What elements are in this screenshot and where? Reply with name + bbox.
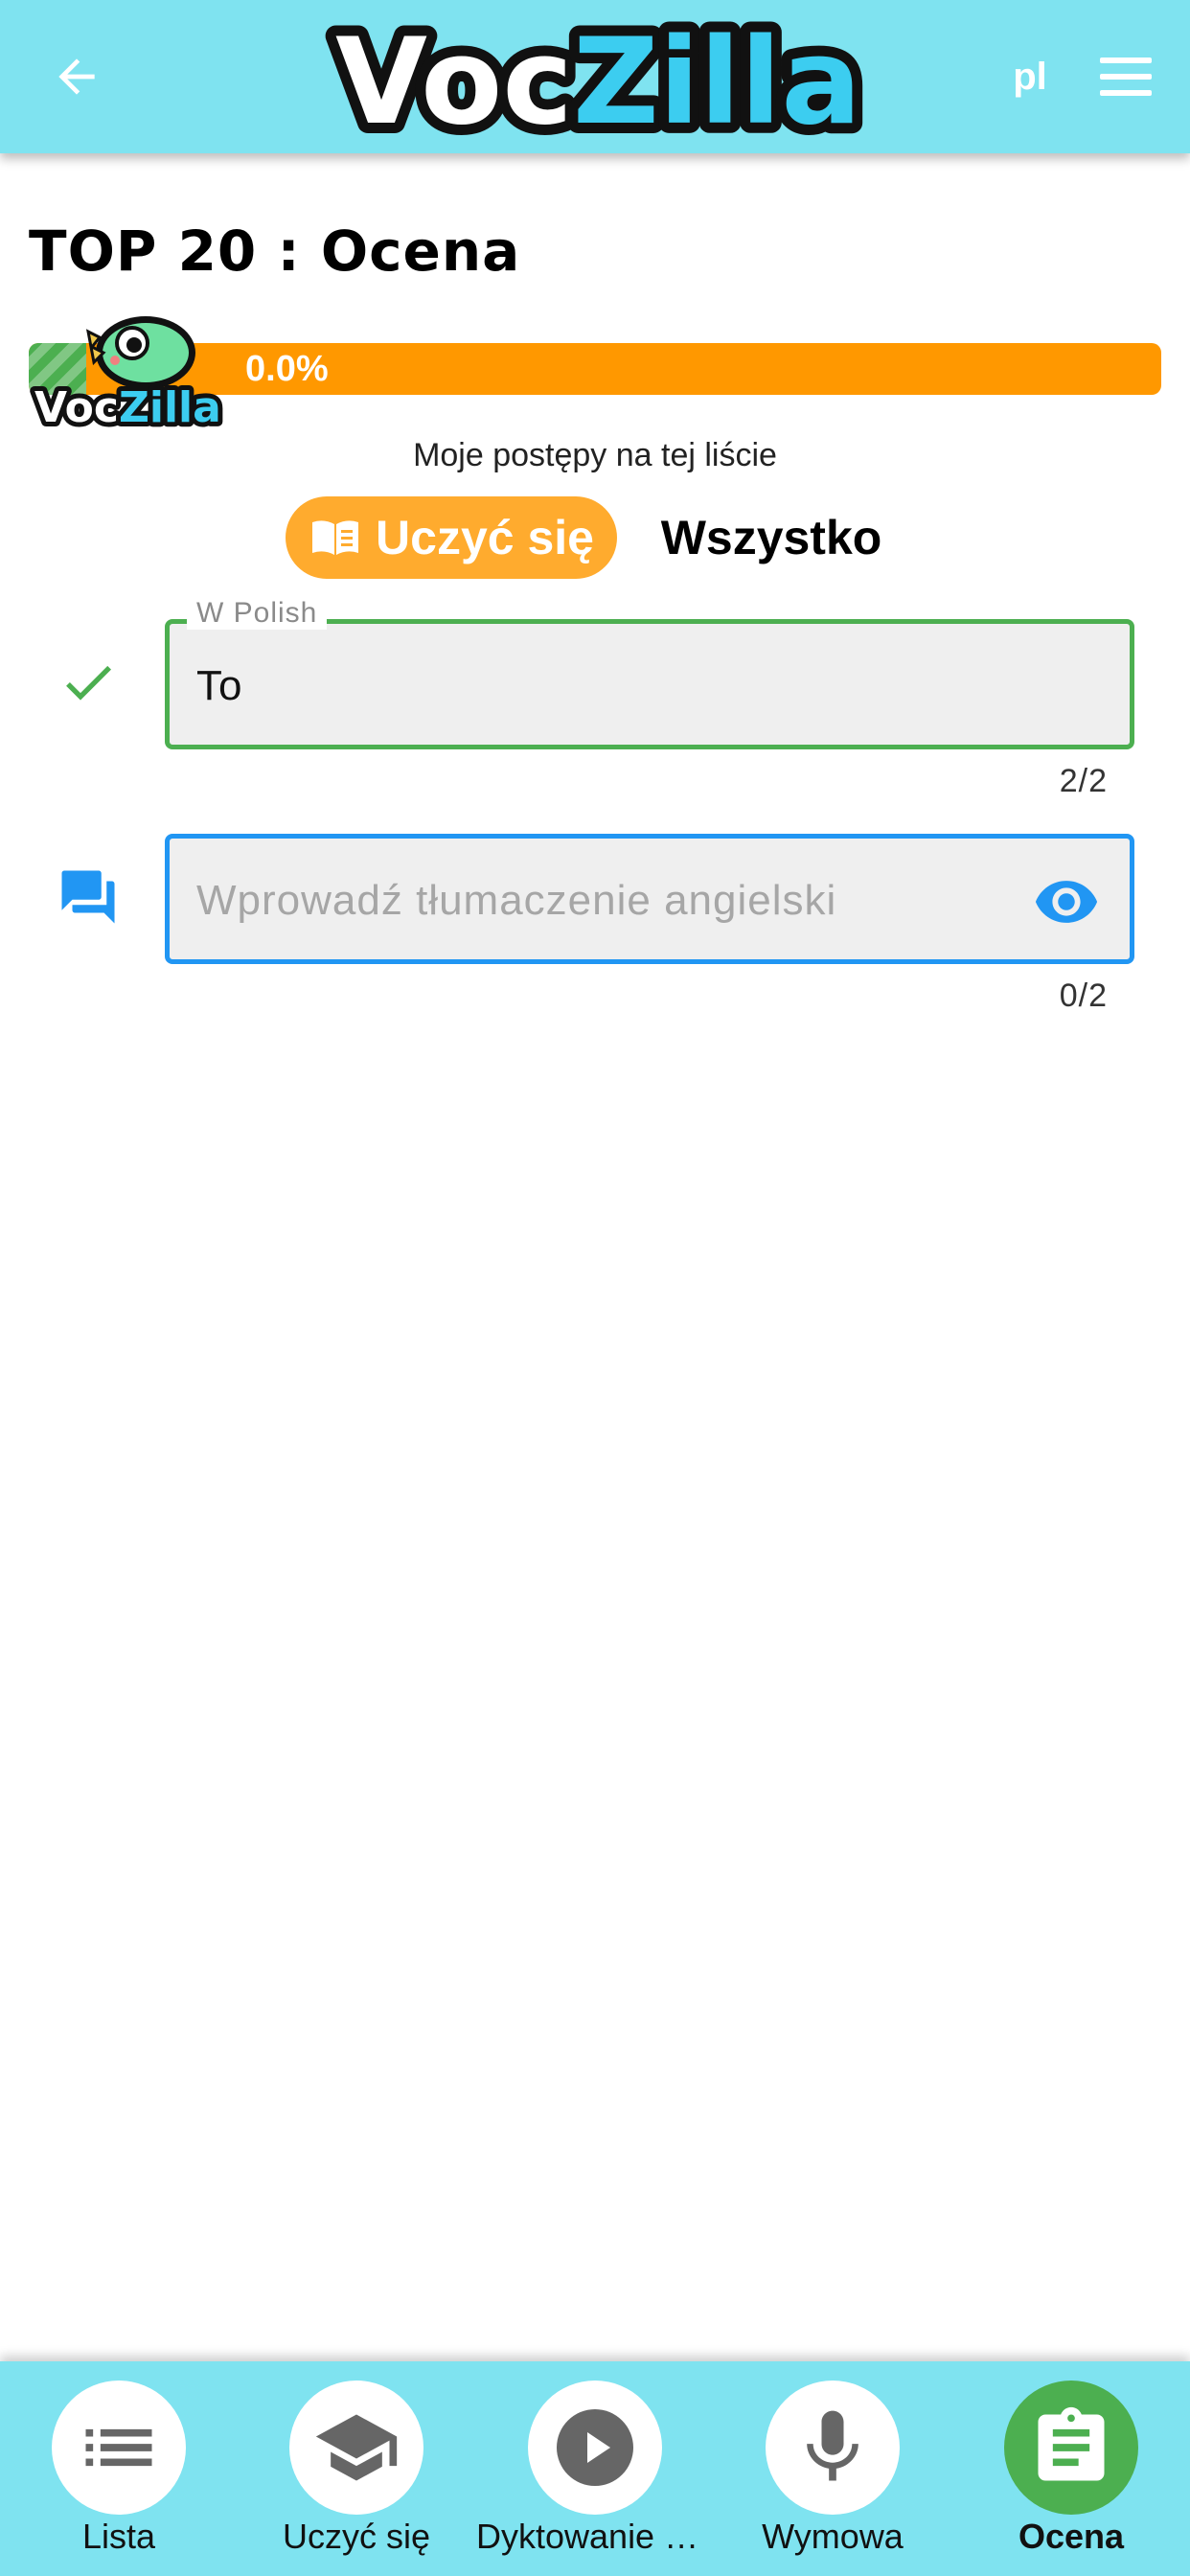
list-icon: [85, 2428, 152, 2467]
polish-word-value: To: [196, 662, 243, 709]
nav-label: Dyktowanie gł…: [476, 2517, 714, 2556]
reveal-answer-button[interactable]: [1028, 863, 1105, 940]
nav-label: Uczyć się: [282, 2517, 431, 2556]
nav-label: Wymowa: [762, 2517, 904, 2556]
dino-mascot-logo: VocZilla VocZilla: [30, 316, 226, 431]
nav-item-lista[interactable]: Lista: [0, 2361, 238, 2576]
nav-icon-circle: [528, 2380, 662, 2515]
eye-icon: [1035, 881, 1098, 923]
translation-counter: 0/2: [1059, 978, 1108, 1014]
play-icon: [557, 2409, 633, 2486]
polish-word-field[interactable]: W Polish To: [165, 597, 1134, 749]
nav-item-learn[interactable]: Uczyć się: [238, 2361, 475, 2576]
bottom-navigation: Lista Uczyć się Dyktowanie gł… Wymowa Oc…: [0, 2361, 1190, 2576]
microphone-icon: [807, 2410, 858, 2481]
progress-percent-label: 0.0%: [245, 349, 329, 389]
translation-placeholder: Wprowadź tłumaczenie angielski: [196, 877, 837, 924]
nav-item-assessment[interactable]: Ocena: [952, 2361, 1190, 2576]
svg-text:VocZilla: VocZilla: [335, 13, 861, 144]
back-button[interactable]: [38, 38, 115, 115]
clipboard-icon: [1038, 2406, 1105, 2481]
hamburger-menu-icon: [1100, 58, 1152, 96]
page-title: TOP 20 : Ocena: [29, 218, 521, 284]
menu-button[interactable]: [1083, 38, 1169, 115]
voczilla-logo: VocZilla VocZilla: [325, 10, 872, 144]
arrow-left-icon: [58, 58, 95, 95]
app-header: VocZilla VocZilla pl: [0, 0, 1190, 153]
all-toggle-button[interactable]: Wszystko: [652, 496, 891, 579]
graduation-cap-icon: [315, 2414, 398, 2481]
learn-toggle-label: Uczyć się: [376, 511, 594, 564]
english-translation-input[interactable]: Wprowadź tłumaczenie angielski: [165, 834, 1134, 964]
nav-icon-circle: [766, 2380, 900, 2515]
learn-toggle-button[interactable]: Uczyć się: [286, 496, 617, 579]
checkmark-icon: [50, 644, 126, 721]
nav-icon-circle-active: [1004, 2380, 1138, 2515]
open-book-icon: [312, 520, 359, 555]
svg-text:VocZilla: VocZilla: [34, 383, 221, 431]
nav-icon-circle: [52, 2380, 186, 2515]
nav-item-dictation[interactable]: Dyktowanie gł…: [476, 2361, 714, 2576]
language-selector[interactable]: pl: [996, 50, 1064, 104]
field-label: W Polish: [187, 597, 328, 630]
nav-label: Lista: [81, 2517, 156, 2556]
chat-bubbles-icon: [50, 859, 126, 935]
nav-icon-circle: [289, 2380, 423, 2515]
polish-word-counter: 2/2: [1059, 763, 1108, 799]
nav-item-pronunciation[interactable]: Wymowa: [714, 2361, 951, 2576]
progress-caption: Moje postępy na tej liście: [413, 437, 777, 473]
nav-label: Ocena: [1018, 2517, 1125, 2556]
